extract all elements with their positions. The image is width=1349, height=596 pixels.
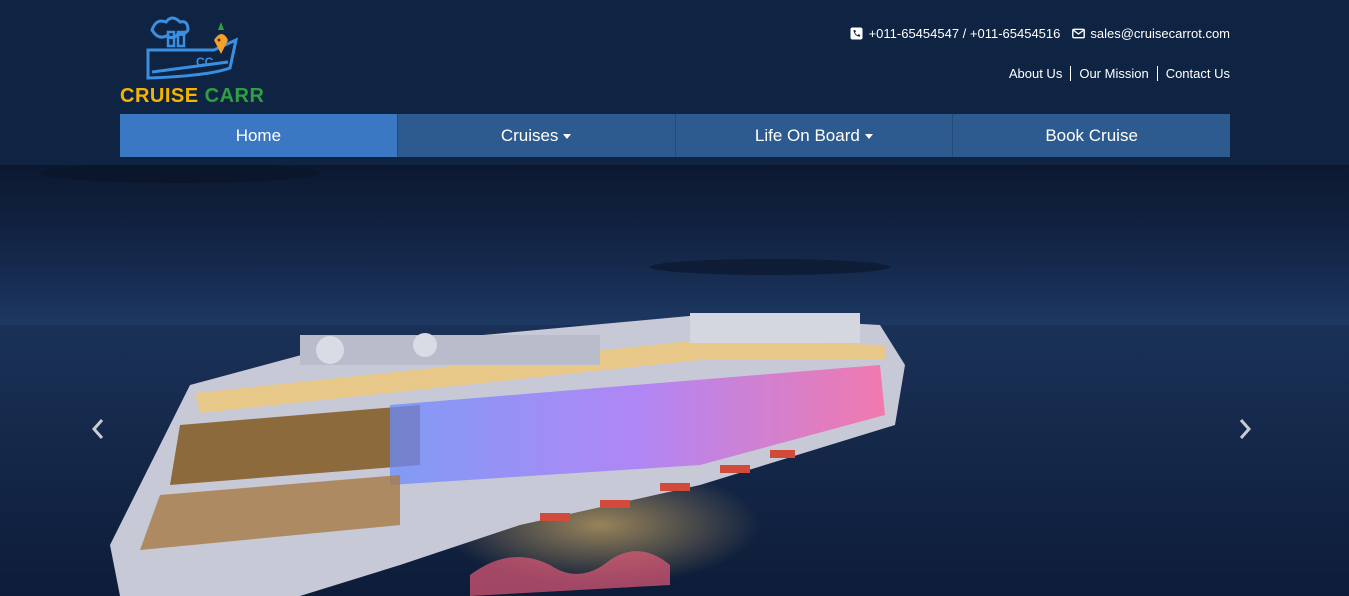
nav-item-label: Life On Board: [754, 125, 860, 145]
envelope-icon: [1072, 27, 1086, 40]
nav-item-book-cruise[interactable]: Book Cruise: [952, 114, 1230, 157]
svg-text:CC: CC: [196, 55, 214, 69]
nav-item-cruises[interactable]: Cruises: [396, 114, 675, 157]
top-link-about-us[interactable]: About Us: [1001, 66, 1070, 81]
nav-item-life-on-board[interactable]: Life On Board: [674, 114, 953, 157]
site-logo[interactable]: CC CRUISE CARROT: [118, 10, 263, 108]
nav-item-label: Cruises: [500, 125, 559, 145]
cruise-ship-logo-icon: CC CRUISE CARROT: [120, 16, 263, 107]
nav-item-home[interactable]: Home: [120, 114, 397, 157]
carousel-prev-button[interactable]: [86, 415, 110, 443]
caret-down-icon: [864, 134, 873, 139]
carousel-next-button[interactable]: [1233, 415, 1257, 443]
email-link[interactable]: sales@cruisecarrot.com: [1090, 26, 1230, 41]
caret-down-icon: [563, 134, 572, 139]
nav-item-label: Book Cruise: [1045, 125, 1138, 145]
site-header: CC CRUISE CARROT +011-65454547 / +011-65…: [0, 0, 1349, 165]
chevron-right-icon: [1239, 419, 1252, 439]
main-nav: Home Cruises Life On Board Book Cruise: [120, 114, 1230, 157]
top-links: About Us Our Mission Contact Us: [1001, 66, 1230, 81]
chevron-left-icon: [91, 419, 104, 439]
nav-item-label: Home: [235, 125, 282, 145]
phone-icon: [850, 27, 863, 40]
top-link-our-mission[interactable]: Our Mission: [1070, 66, 1156, 81]
contact-bar: +011-65454547 / +011-65454516 sales@crui…: [850, 26, 1230, 41]
hero-slider: [0, 165, 1349, 596]
cruise-ship-at-night-image: [0, 165, 1349, 596]
phone-numbers[interactable]: +011-65454547 / +011-65454516: [869, 26, 1061, 41]
svg-text:CRUISE CARROT: CRUISE CARROT: [120, 85, 263, 107]
top-link-contact-us[interactable]: Contact Us: [1156, 66, 1230, 81]
